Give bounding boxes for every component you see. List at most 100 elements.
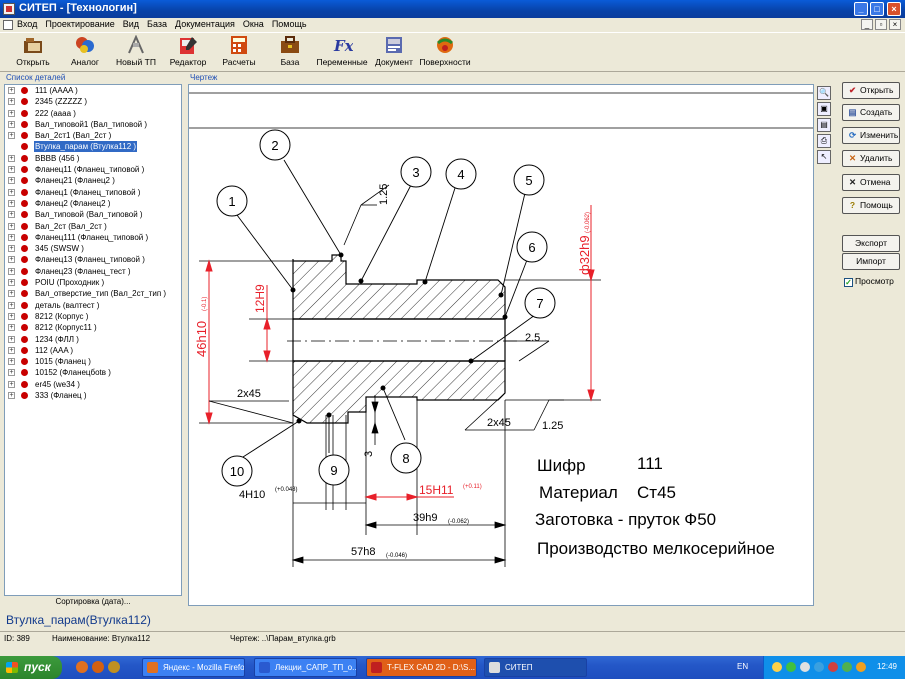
expand-icon[interactable]: + bbox=[8, 369, 15, 377]
expand-icon[interactable]: + bbox=[8, 267, 15, 275]
expand-icon[interactable]: + bbox=[8, 346, 15, 354]
expand-icon[interactable]: + bbox=[8, 335, 15, 343]
tree-item[interactable]: + Вал_типовой (Вал_типовой ) bbox=[5, 209, 181, 220]
tree-item[interactable]: + Фланец13 (Фланец_типовой ) bbox=[5, 254, 181, 265]
expand-icon[interactable]: + bbox=[8, 222, 15, 230]
tree-item[interactable]: + Фланец21 (Фланец2 ) bbox=[5, 175, 181, 186]
expand-icon[interactable]: + bbox=[8, 211, 15, 219]
close-button[interactable]: × bbox=[887, 2, 901, 16]
tree-item[interactable]: +222 (aaaa ) bbox=[5, 108, 181, 119]
tree-item[interactable]: Втулка_парам (Втулка112 ) bbox=[5, 141, 181, 153]
expand-icon[interactable]: + bbox=[8, 188, 15, 196]
expand-icon[interactable]: + bbox=[8, 166, 15, 174]
tree-item[interactable]: +111 (AAAA ) bbox=[5, 85, 181, 96]
menu-item[interactable]: Проектирование bbox=[45, 19, 114, 29]
menu-item[interactable]: Вход bbox=[17, 19, 37, 29]
menu-item[interactable]: Окна bbox=[243, 19, 264, 29]
cancel-button[interactable]: ✕ Отмена bbox=[842, 174, 900, 191]
expand-icon[interactable]: + bbox=[8, 312, 15, 320]
tree-item[interactable]: + Вал_2ст (Вал_2ст ) bbox=[5, 221, 181, 232]
start-button[interactable]: пуск bbox=[0, 656, 62, 679]
tree-item[interactable]: +1234 (ФЛЛ ) bbox=[5, 334, 181, 345]
menu-item[interactable]: База bbox=[147, 19, 167, 29]
expand-icon[interactable]: + bbox=[8, 358, 15, 366]
expand-icon[interactable]: + bbox=[8, 199, 15, 207]
export-button[interactable]: Экспорт bbox=[842, 235, 900, 252]
tree-item[interactable]: + деталь (валтест ) bbox=[5, 300, 181, 311]
tree-item[interactable]: + Вал_типовой1 (Вал_типовой ) bbox=[5, 119, 181, 130]
mdi-restore-button[interactable]: ▫ bbox=[875, 19, 887, 30]
tree-item[interactable]: +8212 (Корпус ) bbox=[5, 311, 181, 322]
tray-icon[interactable] bbox=[828, 662, 838, 672]
toolbar-surfaces-button[interactable]: Поверхности bbox=[415, 35, 475, 67]
toolbar-new-process-button[interactable]: Новый ТП bbox=[106, 35, 166, 67]
expand-icon[interactable]: + bbox=[8, 87, 15, 94]
mdi-close-button[interactable]: × bbox=[889, 19, 901, 30]
tray-icon[interactable] bbox=[814, 662, 824, 672]
task-sitep[interactable]: СИТЕП bbox=[484, 658, 587, 677]
edit-button[interactable]: ⟳ Изменить bbox=[842, 127, 900, 144]
expand-icon[interactable]: + bbox=[8, 245, 15, 253]
printer-icon[interactable]: ⎙ bbox=[817, 134, 831, 148]
tree-item[interactable]: + BBBB (456 ) bbox=[5, 153, 181, 164]
expand-icon[interactable]: + bbox=[8, 154, 15, 162]
tree-item[interactable]: + Фланец111 (Фланец_типовой ) bbox=[5, 232, 181, 243]
tray-icon[interactable] bbox=[786, 662, 796, 672]
expand-icon[interactable]: + bbox=[8, 132, 15, 140]
expand-icon[interactable]: + bbox=[8, 109, 15, 117]
parts-tree[interactable]: +111 (AAAA ) +2345 (ZZZZZ ) +222 (aaaa ) + В… bbox=[4, 84, 182, 596]
sort-button[interactable]: Сортировка (дата)... bbox=[4, 596, 182, 607]
tree-item[interactable]: + Фланец2 (Фланец2 ) bbox=[5, 198, 181, 209]
tray-icon[interactable] bbox=[856, 662, 866, 672]
maximize-button[interactable]: □ bbox=[870, 2, 884, 16]
create-button[interactable]: ▤ Создать bbox=[842, 104, 900, 121]
firefox-quicklaunch-icon[interactable] bbox=[76, 661, 88, 673]
task-lectures[interactable]: Лекции_САПР_ТП_о... bbox=[254, 658, 357, 677]
tree-item[interactable]: + Вал_отверстие_тип (Вал_2ст_тип ) bbox=[5, 288, 181, 299]
app-quicklaunch-icon[interactable] bbox=[108, 661, 120, 673]
tree-item[interactable]: +1015 (Фланец ) bbox=[5, 356, 181, 367]
menu-item[interactable]: Документация bbox=[175, 19, 235, 29]
task-firefox[interactable]: Яндекс - Mozilla Firefox bbox=[142, 658, 245, 677]
expand-icon[interactable]: + bbox=[8, 324, 15, 332]
delete-button[interactable]: ✕ Удалить bbox=[842, 150, 900, 167]
tree-item[interactable]: +112 (AAA ) bbox=[5, 345, 181, 356]
tray-icon[interactable] bbox=[842, 662, 852, 672]
expand-icon[interactable]: + bbox=[8, 279, 15, 287]
expand-icon[interactable]: + bbox=[8, 98, 15, 106]
tree-item[interactable]: + Фланец1 (Фланец_типовой ) bbox=[5, 187, 181, 198]
tree-item[interactable]: +333 (Фланец ) bbox=[5, 390, 181, 401]
tree-item[interactable]: + er45 (we34 ) bbox=[5, 379, 181, 390]
help-button[interactable]: ? Помощь bbox=[842, 197, 900, 214]
tree-item[interactable]: + POIU (Проходник ) bbox=[5, 277, 181, 288]
expand-icon[interactable]: + bbox=[8, 256, 15, 264]
drawing-canvas[interactable]: 46h10 (-0.1) 12H9 ф32h9 (-0.062) 15H11 (… bbox=[188, 84, 814, 606]
preview-checkbox[interactable]: ✓ Просмотр bbox=[844, 276, 894, 287]
task-tflex[interactable]: T-FLEX CAD 2D - D:\S... bbox=[366, 658, 477, 677]
expand-icon[interactable]: + bbox=[8, 177, 15, 185]
toolbar-database-button[interactable]: База bbox=[260, 35, 320, 67]
pointer-icon[interactable]: ↖ bbox=[817, 150, 831, 164]
tree-item[interactable]: +10152 (Фланецбоtв ) bbox=[5, 367, 181, 378]
open-button[interactable]: ✔ Открыть bbox=[842, 82, 900, 99]
tray-icon[interactable] bbox=[772, 662, 782, 672]
firefox-quicklaunch-icon[interactable] bbox=[92, 661, 104, 673]
expand-icon[interactable]: + bbox=[8, 392, 15, 400]
tree-item[interactable]: + Фланец23 (Фланец_тест ) bbox=[5, 266, 181, 277]
print-preview-icon[interactable]: ▤ bbox=[817, 118, 831, 132]
menu-item[interactable]: Вид bbox=[123, 19, 139, 29]
zoom-icon[interactable]: 🔍 bbox=[817, 86, 831, 100]
document-window-icon[interactable] bbox=[3, 20, 13, 30]
tree-item[interactable]: +2345 (ZZZZZ ) bbox=[5, 96, 181, 107]
tree-item[interactable]: + Фланец11 (Фланец_типовой ) bbox=[5, 164, 181, 175]
tree-item[interactable]: + Вал_2ст1 (Вал_2ст ) bbox=[5, 130, 181, 141]
minimize-button[interactable]: _ bbox=[854, 2, 868, 16]
menu-item[interactable]: Помощь bbox=[272, 19, 307, 29]
expand-icon[interactable]: + bbox=[8, 290, 15, 298]
toolbar-variables-button[interactable]: Fx Переменные bbox=[312, 35, 372, 67]
expand-icon[interactable]: + bbox=[8, 380, 15, 388]
expand-icon[interactable]: + bbox=[8, 301, 15, 309]
toolbar-open-button[interactable]: Открыть bbox=[3, 35, 63, 67]
tray-icon[interactable] bbox=[800, 662, 810, 672]
tree-item[interactable]: +8212 (Корпус11 ) bbox=[5, 322, 181, 333]
